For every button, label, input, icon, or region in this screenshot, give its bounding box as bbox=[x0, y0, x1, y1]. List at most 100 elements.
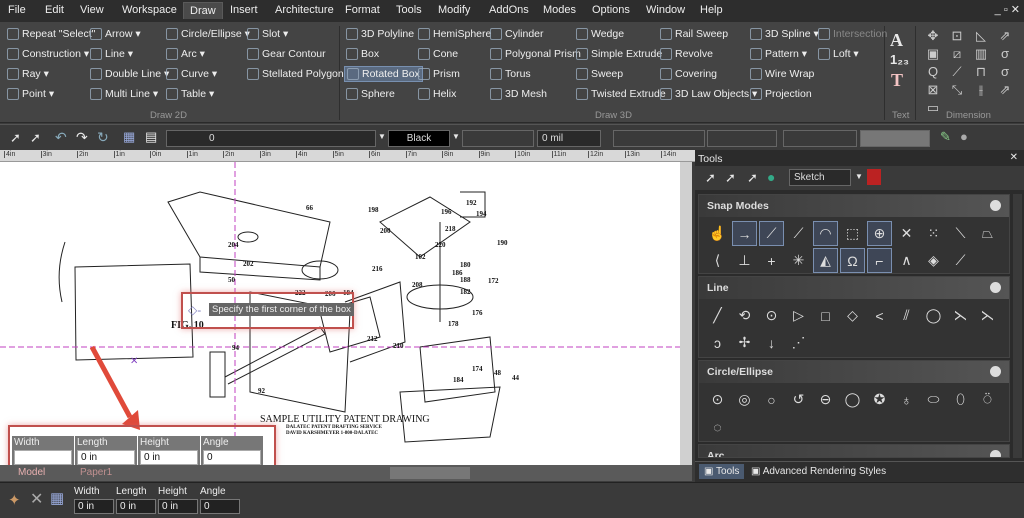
window-controls[interactable]: _ ▫ ✕ bbox=[995, 3, 1020, 16]
fill-select[interactable] bbox=[860, 130, 930, 147]
menu-window[interactable]: Window bbox=[646, 4, 685, 16]
ribbon-double-line-button[interactable]: Double Line ▾ bbox=[88, 66, 171, 82]
ribbon-intersection-button[interactable]: Intersection bbox=[816, 26, 889, 42]
tool-icon[interactable]: ⟍ bbox=[948, 221, 973, 246]
angle-input[interactable]: 0 bbox=[200, 499, 240, 514]
tool-icon[interactable]: ↄ bbox=[705, 330, 730, 355]
select-icon[interactable]: ➚ bbox=[705, 170, 716, 186]
user-icon[interactable]: ● bbox=[960, 129, 968, 144]
tool-icon[interactable]: ⊙ bbox=[759, 303, 784, 328]
menu-modes[interactable]: Modes bbox=[543, 4, 576, 16]
ribbon-gear-contour-button[interactable]: Gear Contour bbox=[245, 46, 328, 62]
tool-icon[interactable]: ◭ bbox=[813, 248, 838, 273]
arrow-select[interactable] bbox=[707, 130, 777, 147]
cancel-icon[interactable]: ✕ bbox=[30, 489, 43, 509]
table-icon[interactable]: ▦ bbox=[123, 129, 135, 145]
menu-options[interactable]: Options bbox=[592, 4, 630, 16]
menu-insert[interactable]: Insert bbox=[230, 4, 258, 16]
height-input[interactable]: 0 in bbox=[140, 450, 198, 465]
ribbon-prism-button[interactable]: Prism bbox=[416, 66, 462, 82]
tool-icon[interactable]: ∧ bbox=[894, 248, 919, 273]
chevron-down-icon[interactable]: ▼ bbox=[855, 172, 863, 181]
color-select[interactable]: Black bbox=[388, 130, 450, 147]
undo-icon[interactable]: ↶ bbox=[55, 129, 67, 146]
tool-icon[interactable]: ⫽ bbox=[894, 303, 919, 328]
tool-icon[interactable]: ⋰ bbox=[786, 330, 811, 355]
tool-icon[interactable]: ⊖ bbox=[813, 387, 838, 412]
vertical-scrollbar[interactable] bbox=[680, 162, 692, 465]
collapse-icon[interactable] bbox=[990, 200, 1001, 211]
tool-icon[interactable]: ⟲ bbox=[732, 303, 757, 328]
dimension-tool-icon[interactable]: ▣ bbox=[922, 46, 944, 62]
collapse-icon[interactable] bbox=[990, 450, 1001, 457]
tab-advanced-rendering[interactable]: ▣ Advanced Rendering Styles bbox=[751, 466, 886, 477]
dimension-tool-icon[interactable]: ⊓ bbox=[970, 64, 992, 80]
width-input[interactable]: 0 in bbox=[14, 450, 72, 465]
ribbon-3d-spline-button[interactable]: 3D Spline ▾ bbox=[748, 26, 821, 42]
ribbon-line-button[interactable]: Line ▾ bbox=[88, 46, 135, 62]
menu-architecture[interactable]: Architecture bbox=[275, 4, 334, 16]
dimension-tool-icon[interactable]: ⧄ bbox=[946, 46, 968, 62]
ribbon-rail-sweep-button[interactable]: Rail Sweep bbox=[658, 26, 730, 42]
layer-icon[interactable]: ▤ bbox=[145, 129, 157, 145]
number-icon[interactable]: 1₂₃ bbox=[890, 52, 909, 67]
select-sub-icon[interactable]: ➚ bbox=[30, 130, 41, 146]
tool-icon[interactable]: ⋋ bbox=[948, 303, 973, 328]
text-style-icon[interactable]: T bbox=[891, 70, 903, 91]
menu-format[interactable]: Format bbox=[345, 4, 380, 16]
ribbon-multi-line-button[interactable]: Multi Line ▾ bbox=[88, 86, 160, 102]
tool-icon[interactable]: ◎ bbox=[732, 387, 757, 412]
section-header[interactable]: Line bbox=[699, 277, 1009, 299]
collapse-icon[interactable] bbox=[990, 366, 1001, 377]
menu-view[interactable]: View bbox=[80, 4, 104, 16]
tool-icon[interactable]: ⬚ bbox=[840, 221, 865, 246]
ribbon-sphere-button[interactable]: Sphere bbox=[344, 86, 397, 102]
length-input[interactable]: 0 in bbox=[116, 499, 156, 514]
tool-icon[interactable]: ⟨ bbox=[705, 248, 730, 273]
ribbon-box-button[interactable]: Box bbox=[344, 46, 381, 62]
ribbon-wedge-button[interactable]: Wedge bbox=[574, 26, 626, 42]
menu-addons[interactable]: AddOns bbox=[489, 4, 529, 16]
ribbon-helix-button[interactable]: Helix bbox=[416, 86, 458, 102]
menu-workspace[interactable]: Workspace bbox=[122, 4, 177, 16]
tool-icon[interactable]: ✪ bbox=[867, 387, 892, 412]
horizontal-scrollbar[interactable] bbox=[390, 467, 470, 479]
ribbon-curve-button[interactable]: Curve ▾ bbox=[164, 66, 219, 82]
tab-model[interactable]: Model bbox=[18, 467, 45, 478]
ribbon-covering-button[interactable]: Covering bbox=[658, 66, 719, 82]
dimension-tool-icon[interactable]: ◺ bbox=[970, 28, 992, 44]
tool-icon[interactable]: ◠ bbox=[813, 221, 838, 246]
ribbon-point-button[interactable]: Point ▾ bbox=[5, 86, 56, 102]
globe-icon[interactable]: ● bbox=[767, 169, 775, 185]
panel-scrollbar[interactable] bbox=[1013, 194, 1022, 458]
wand-icon[interactable]: ✦ bbox=[8, 491, 21, 509]
section-header[interactable]: Snap Modes bbox=[699, 195, 1009, 217]
tool-icon[interactable]: ⍥ bbox=[975, 387, 1000, 412]
ribbon-construction-button[interactable]: Construction ▾ bbox=[5, 46, 91, 62]
tool-icon[interactable]: ◌ bbox=[705, 414, 730, 439]
menu-file[interactable]: File bbox=[8, 4, 26, 16]
dimension-tool-icon[interactable]: ⊠ bbox=[922, 82, 944, 98]
tool-icon[interactable]: ⬭ bbox=[921, 387, 946, 412]
section-header[interactable]: Arc bbox=[699, 445, 1009, 457]
ribbon-sweep-button[interactable]: Sweep bbox=[574, 66, 625, 82]
angle-input[interactable]: 0 bbox=[203, 450, 261, 465]
dimension-tool-icon[interactable]: ▭ bbox=[922, 100, 944, 116]
dimension-tool-icon[interactable]: ✥ bbox=[922, 28, 944, 44]
ribbon-arrow-button[interactable]: Arrow ▾ bbox=[88, 26, 143, 42]
pen-icon[interactable]: ✎ bbox=[940, 129, 951, 145]
refresh-icon[interactable]: ↻ bbox=[97, 129, 109, 146]
tool-icon[interactable]: ⊕ bbox=[867, 221, 892, 246]
tool-icon[interactable]: ◯ bbox=[921, 303, 946, 328]
tool-icon[interactable]: ↓ bbox=[759, 330, 784, 355]
ribbon-projection-button[interactable]: Projection bbox=[748, 86, 814, 102]
tool-icon[interactable]: + bbox=[759, 248, 784, 273]
tool-icon[interactable]: ◈ bbox=[921, 248, 946, 273]
dimension-tool-icon[interactable]: σ bbox=[994, 64, 1016, 80]
layer-filter-select[interactable] bbox=[783, 130, 857, 147]
ribbon-cylinder-button[interactable]: Cylinder bbox=[488, 26, 546, 42]
tool-icon[interactable]: → bbox=[732, 221, 757, 246]
tool-icon[interactable]: ⟋ bbox=[948, 248, 973, 273]
ribbon-pattern-button[interactable]: Pattern ▾ bbox=[748, 46, 809, 62]
ribbon-hemisphere-button[interactable]: HemiSphere bbox=[416, 26, 493, 42]
